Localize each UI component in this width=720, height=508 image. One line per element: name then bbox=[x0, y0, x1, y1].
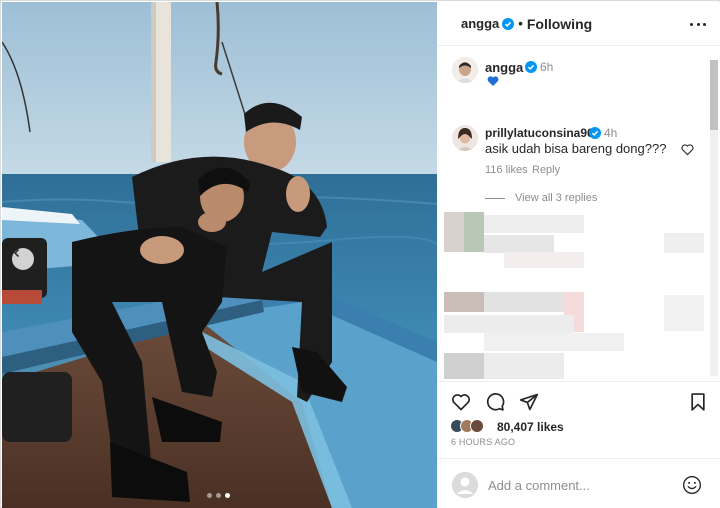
carousel-prev-button[interactable] bbox=[12, 248, 34, 270]
blurred-avatar bbox=[444, 292, 484, 312]
avatar-image bbox=[452, 57, 478, 83]
emoji-icon[interactable] bbox=[682, 475, 702, 495]
comment-reply-button[interactable]: Reply bbox=[532, 164, 560, 176]
verified-icon bbox=[589, 127, 601, 139]
comment-likes[interactable]: 116 likes bbox=[485, 164, 528, 176]
post-time[interactable]: 6 HOURS AGO bbox=[451, 437, 515, 447]
current-user-avatar bbox=[452, 472, 478, 498]
blurred-comment bbox=[444, 315, 574, 333]
comments-scrollbar[interactable] bbox=[710, 60, 718, 376]
blurred-comment bbox=[484, 292, 564, 312]
photo-illustration bbox=[2, 2, 437, 508]
liker-avatar bbox=[470, 419, 484, 433]
post-header: angga • Following bbox=[438, 2, 720, 46]
blurred-comment bbox=[484, 333, 624, 351]
author-username[interactable]: angga bbox=[461, 16, 499, 31]
comment-username[interactable]: prillylatuconsina96 bbox=[485, 126, 594, 140]
carousel-dot bbox=[207, 493, 212, 498]
header-separator: • bbox=[518, 16, 523, 31]
verified-icon bbox=[525, 61, 537, 73]
blurred-comment bbox=[484, 353, 564, 379]
carousel-indicator bbox=[207, 493, 230, 498]
post-photo[interactable] bbox=[2, 2, 437, 508]
avatar-image bbox=[452, 125, 478, 151]
comment-time[interactable]: 4h bbox=[604, 126, 617, 140]
comment-composer bbox=[438, 458, 720, 508]
follow-status-button[interactable]: Following bbox=[527, 16, 592, 32]
bookmark-icon[interactable] bbox=[688, 392, 708, 412]
comment-text: asik udah bisa bareng dong??? bbox=[485, 141, 667, 156]
blurred-avatar bbox=[444, 353, 484, 379]
carousel-dot-active bbox=[225, 493, 230, 498]
commenter-avatar[interactable] bbox=[452, 125, 478, 151]
replies-divider bbox=[485, 197, 505, 199]
view-replies-button[interactable]: View all 3 replies bbox=[485, 192, 597, 204]
blurred-avatar bbox=[444, 212, 464, 252]
comments-section[interactable]: angga 6h prillylatuconsina96 4h asik uda… bbox=[438, 47, 720, 380]
comment-input[interactable] bbox=[488, 476, 678, 494]
blurred-comment bbox=[484, 215, 584, 233]
more-icon bbox=[690, 22, 693, 26]
scrollbar-thumb[interactable] bbox=[710, 60, 718, 130]
view-replies-label: View all 3 replies bbox=[515, 192, 598, 204]
caption-time[interactable]: 6h bbox=[540, 60, 553, 74]
blurred-avatar bbox=[464, 212, 484, 252]
likes-count[interactable]: 80,407 likes bbox=[497, 420, 564, 434]
likers-avatars[interactable] bbox=[450, 419, 484, 433]
blurred-comment bbox=[504, 252, 584, 268]
post-side-panel: angga • Following angga 6h prillylatucon… bbox=[438, 2, 720, 508]
blurred-like bbox=[664, 233, 704, 253]
more-options-button[interactable] bbox=[690, 16, 706, 32]
share-icon[interactable] bbox=[519, 392, 539, 412]
caption-username[interactable]: angga bbox=[485, 60, 523, 75]
verified-icon bbox=[502, 17, 515, 30]
blurred-like bbox=[664, 295, 704, 331]
chevron-left-icon bbox=[13, 248, 20, 258]
carousel-dot bbox=[216, 493, 221, 498]
post-modal: angga • Following angga 6h prillylatucon… bbox=[0, 0, 720, 508]
user-silhouette-icon bbox=[452, 472, 478, 498]
author-avatar[interactable] bbox=[452, 57, 478, 83]
comment-icon[interactable] bbox=[485, 392, 505, 412]
comment-like-heart-icon[interactable] bbox=[681, 143, 694, 156]
blurred-comment bbox=[484, 235, 554, 253]
blue-heart-icon bbox=[487, 76, 499, 86]
heart-icon[interactable] bbox=[451, 392, 471, 412]
